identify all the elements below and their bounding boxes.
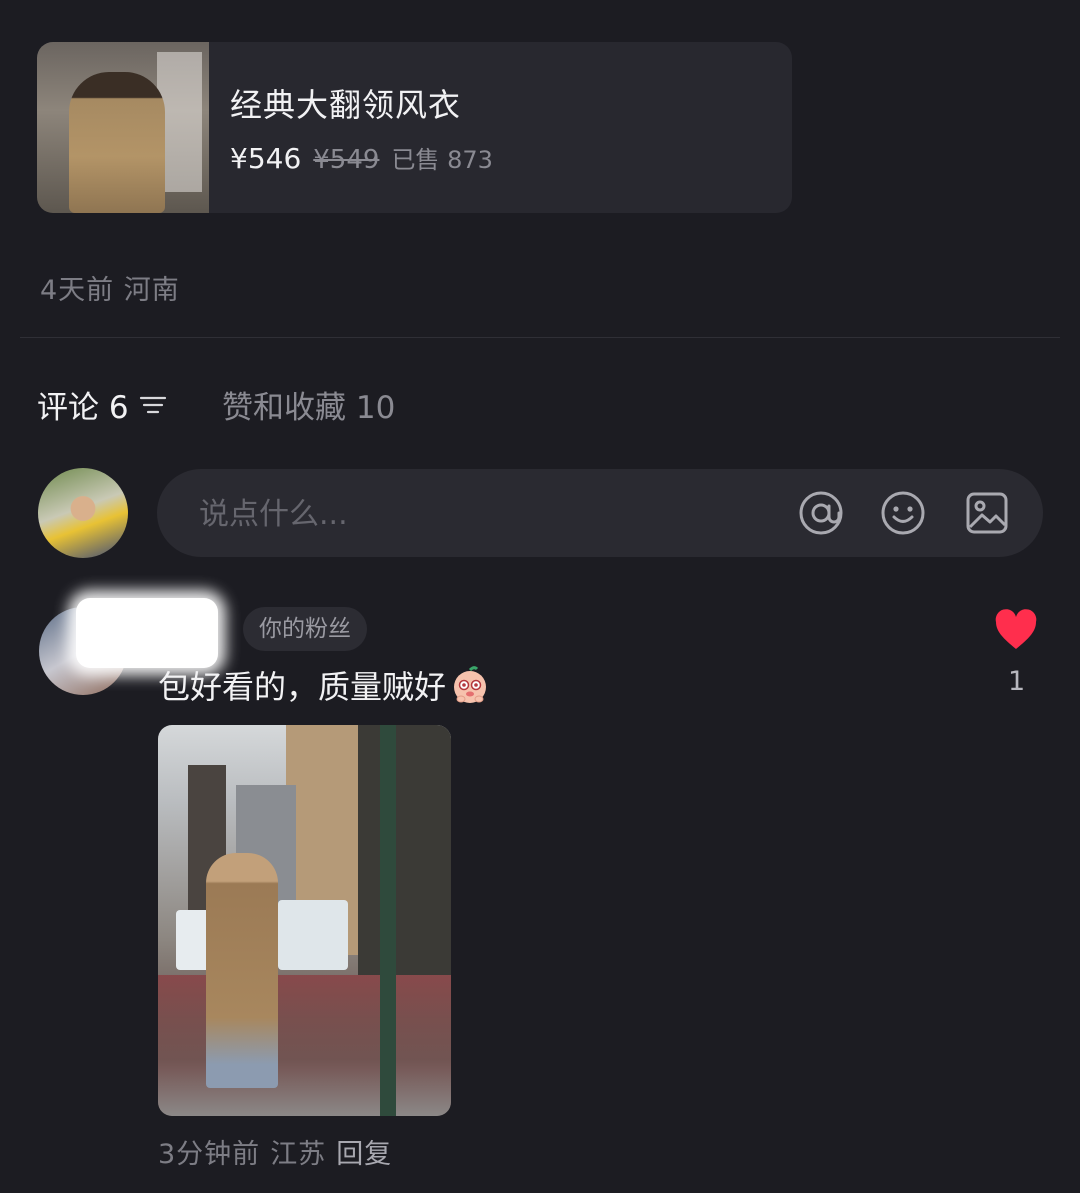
fan-badge: 你的粉丝 bbox=[243, 607, 367, 651]
photo-bus bbox=[278, 900, 348, 970]
sold-count: 已售 873 bbox=[391, 146, 493, 174]
comment-photo[interactable] bbox=[158, 725, 451, 1116]
original-price: ¥549 bbox=[313, 145, 380, 175]
comment-composer[interactable] bbox=[157, 469, 1043, 559]
product-card[interactable]: 经典大翻领风衣 ¥546 ¥549 已售 873 bbox=[37, 42, 792, 213]
thumbnail-model bbox=[69, 72, 165, 213]
tab-comments-label: 评论 6 bbox=[37, 390, 129, 426]
reply-button[interactable]: 回复 bbox=[336, 1132, 392, 1171]
comment-text: 包好看的，质量贼好 bbox=[158, 668, 447, 706]
redacted-username bbox=[76, 598, 218, 668]
sort-filter-icon[interactable] bbox=[139, 393, 167, 417]
divider bbox=[20, 337, 1060, 338]
product-thumbnail bbox=[37, 42, 209, 213]
photo-pole bbox=[380, 725, 396, 1116]
image-icon[interactable] bbox=[963, 489, 1011, 537]
photo-person bbox=[206, 853, 278, 1088]
post-time: 4天前 bbox=[40, 275, 115, 306]
like-heart-icon[interactable] bbox=[994, 609, 1038, 651]
photo-building bbox=[358, 725, 451, 975]
tab-likes-favorites[interactable]: 赞和收藏 10 bbox=[222, 382, 395, 427]
post-meta: 4天前 河南 bbox=[40, 268, 180, 307]
tab-comments[interactable]: 评论 6 bbox=[37, 382, 167, 427]
product-title: 经典大翻领风衣 bbox=[230, 86, 462, 124]
post-location: 河南 bbox=[123, 275, 180, 306]
comment-meta: 3分钟前 江苏 回复 bbox=[158, 1132, 392, 1171]
comment-time: 3分钟前 bbox=[158, 1139, 261, 1170]
comment-input[interactable] bbox=[197, 469, 761, 559]
price-row: ¥546 ¥549 已售 873 bbox=[230, 140, 493, 175]
mention-icon[interactable] bbox=[797, 489, 845, 537]
comment-location: 江苏 bbox=[270, 1139, 327, 1170]
emoji-icon[interactable] bbox=[879, 489, 927, 537]
my-avatar[interactable] bbox=[38, 468, 128, 558]
comment-body[interactable]: 包好看的，质量贼好 bbox=[158, 662, 490, 708]
shy-face-emoji-icon bbox=[454, 666, 487, 703]
current-price: ¥546 bbox=[230, 142, 302, 175]
photo-street bbox=[158, 975, 451, 1116]
like-count: 1 bbox=[1008, 666, 1026, 697]
